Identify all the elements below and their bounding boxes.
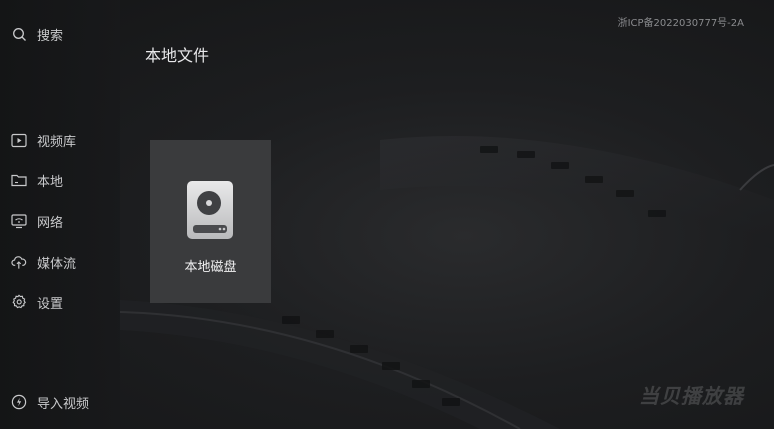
video-library-icon: [11, 132, 27, 148]
sidebar-item-label: 媒体流: [37, 256, 77, 272]
sidebar-item-label: 网络: [37, 215, 64, 231]
local-disk-tile[interactable]: 本地磁盘: [150, 140, 271, 303]
sidebar-item-label: 本地: [37, 174, 64, 190]
folder-icon: [11, 172, 27, 188]
sidebar-item-settings[interactable]: 设置: [0, 288, 120, 316]
sidebar-search-label: 搜索: [37, 28, 64, 44]
network-icon: [11, 213, 27, 229]
cloud-icon: [11, 254, 27, 270]
app-window: 搜索 视频库 本地 网络 媒体流 设置 导入视频 本地文件 浙ICP备20220…: [0, 0, 774, 429]
gear-icon: [11, 294, 27, 310]
sidebar-item-local[interactable]: 本地: [0, 166, 120, 194]
sidebar-item-network[interactable]: 网络: [0, 207, 120, 235]
sidebar-item-video-library[interactable]: 视频库: [0, 126, 120, 154]
page-title: 本地文件: [145, 46, 210, 65]
search-icon: [11, 26, 27, 42]
sidebar-item-media-stream[interactable]: 媒体流: [0, 248, 120, 276]
sidebar: 搜索 视频库 本地 网络 媒体流 设置 导入视频: [0, 0, 120, 429]
brand-watermark: 当贝播放器: [639, 384, 744, 408]
sidebar-item-label: 视频库: [37, 134, 77, 150]
import-icon: [11, 394, 27, 410]
hard-disk-icon: [187, 181, 233, 239]
sidebar-search[interactable]: 搜索: [0, 20, 120, 48]
sidebar-item-label: 设置: [37, 296, 64, 312]
tile-label: 本地磁盘: [184, 260, 237, 275]
sidebar-import-video[interactable]: 导入视频: [0, 388, 120, 416]
sidebar-import-label: 导入视频: [37, 396, 90, 412]
icp-license-text: 浙ICP备2022030777号-2A: [617, 18, 744, 29]
